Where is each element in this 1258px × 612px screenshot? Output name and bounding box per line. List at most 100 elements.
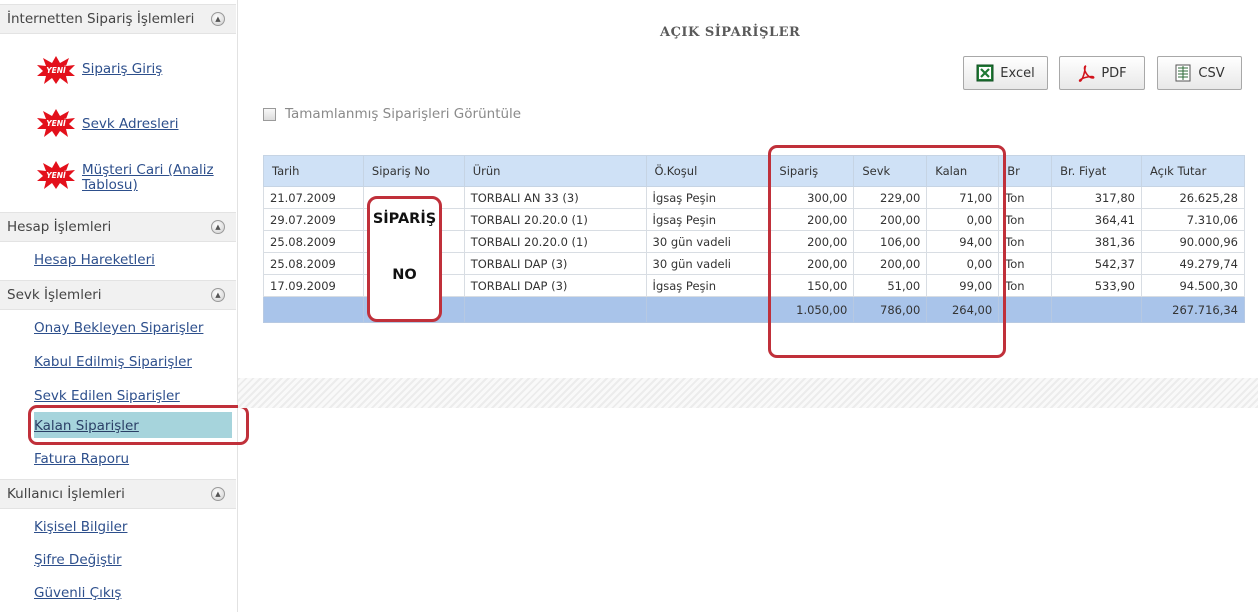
cell-kalan: 71,00 bbox=[926, 186, 1000, 209]
cell-birim-fiyat: 364,41 bbox=[1051, 208, 1142, 231]
cell-birim: Ton bbox=[998, 274, 1053, 297]
page-title: AÇIK SİPARİŞLER bbox=[660, 25, 801, 40]
hatched-divider bbox=[238, 378, 1258, 408]
col-header-urun[interactable]: Ürün bbox=[463, 155, 647, 187]
cell-birim-fiyat: 317,80 bbox=[1051, 186, 1142, 209]
sidebar-item-musteri-cari[interactable]: Müşteri Cari (Analiz Tablosu) bbox=[82, 163, 232, 193]
col-header-birim[interactable]: Br bbox=[998, 155, 1053, 187]
cell-sevk: 229,00 bbox=[853, 186, 928, 209]
callout-line-1: SİPARİŞ bbox=[372, 211, 437, 227]
section-header-internet-orders[interactable]: İnternetten Sipariş İşlemleri ▲ bbox=[0, 4, 236, 34]
cell-tarih: 25.08.2009 bbox=[263, 252, 364, 275]
svg-text:YENİ: YENİ bbox=[46, 119, 66, 128]
cell-sevk: 51,00 bbox=[853, 274, 928, 297]
section-header-sevk[interactable]: Sevk İşlemleri ▲ bbox=[0, 280, 236, 310]
col-header-acik-tutar[interactable]: Açık Tutar bbox=[1140, 155, 1246, 187]
cell-birim-fiyat: 542,37 bbox=[1051, 252, 1142, 275]
collapse-icon[interactable]: ▲ bbox=[211, 12, 225, 26]
cell-acik-tutar: 26.625,28 bbox=[1140, 186, 1246, 209]
collapse-icon[interactable]: ▲ bbox=[211, 487, 225, 501]
cell-urun: TORBALI 20.20.0 (1) bbox=[463, 208, 647, 231]
csv-icon bbox=[1175, 64, 1191, 82]
sidebar-item-sevk-adresleri[interactable]: Sevk Adresleri bbox=[82, 116, 179, 132]
section-header-kullanici[interactable]: Kullanıcı İşlemleri ▲ bbox=[0, 479, 236, 509]
cell-kalan: 99,00 bbox=[926, 274, 1000, 297]
cell-odeme-kosul: 30 gün vadeli bbox=[645, 230, 772, 253]
cell-odeme-kosul: İgsaş Peşin bbox=[645, 186, 772, 209]
sidebar-item-fatura-raporu[interactable]: Fatura Raporu bbox=[34, 451, 129, 467]
col-header-siparis-no[interactable]: Sipariş No bbox=[362, 155, 465, 187]
col-header-birim-fiyat[interactable]: Br. Fiyat bbox=[1051, 155, 1142, 187]
cell-tarih: 25.08.2009 bbox=[263, 230, 364, 253]
csv-label: CSV bbox=[1198, 65, 1225, 81]
col-header-odeme-kosul[interactable]: Ö.Koşul bbox=[645, 155, 772, 187]
col-header-kalan[interactable]: Kalan bbox=[926, 155, 1000, 187]
sidebar-item-sevk-edilen[interactable]: Sevk Edilen Siparişler bbox=[34, 388, 180, 404]
cell-sevk: 200,00 bbox=[853, 208, 928, 231]
sidebar-item-kisisel-bilgiler[interactable]: Kişisel Bilgiler bbox=[34, 519, 127, 535]
section-title: Kullanıcı İşlemleri bbox=[7, 486, 125, 502]
cell-acik-tutar: 7.310,06 bbox=[1140, 208, 1246, 231]
table-header-row: Tarih Sipariş No Ürün Ö.Koşul Sipariş Se… bbox=[263, 155, 1246, 187]
cell-empty bbox=[645, 296, 772, 323]
cell-acik-tutar: 94.500,30 bbox=[1140, 274, 1246, 297]
callout-line-2: NO bbox=[392, 267, 417, 283]
section-title: Hesap İşlemleri bbox=[7, 219, 112, 235]
cell-odeme-kosul: 30 gün vadeli bbox=[645, 252, 772, 275]
cell-kalan: 0,00 bbox=[926, 252, 1000, 275]
sidebar-item-siparis-giris[interactable]: Sipariş Giriş bbox=[82, 61, 162, 77]
siparis-no-callout: SİPARİŞ NO bbox=[367, 196, 442, 322]
cell-empty bbox=[998, 296, 1053, 323]
svg-text:YENİ: YENİ bbox=[46, 171, 66, 180]
excel-export-button[interactable]: Excel bbox=[963, 56, 1048, 90]
sidebar: İnternetten Sipariş İşlemleri ▲ YENİ Sip… bbox=[0, 0, 249, 612]
cell-kalan: 0,00 bbox=[926, 208, 1000, 231]
pdf-label: PDF bbox=[1101, 65, 1127, 81]
cell-tarih: 21.07.2009 bbox=[263, 186, 364, 209]
total-acik-tutar: 267.716,34 bbox=[1140, 296, 1246, 323]
cell-tarih: 29.07.2009 bbox=[263, 208, 364, 231]
pdf-export-button[interactable]: PDF bbox=[1059, 56, 1145, 90]
cell-urun: TORBALI AN 33 (3) bbox=[463, 186, 647, 209]
sidebar-item-guvenli-cikis[interactable]: Güvenli Çıkış bbox=[34, 585, 121, 601]
cell-birim: Ton bbox=[998, 208, 1053, 231]
show-completed-label: Tamamlanmış Siparişleri Görüntüle bbox=[285, 106, 522, 122]
collapse-icon[interactable]: ▲ bbox=[211, 288, 225, 302]
cell-tarih: 17.09.2009 bbox=[263, 274, 364, 297]
sidebar-item-hesap-hareketleri[interactable]: Hesap Hareketleri bbox=[34, 252, 155, 268]
cell-siparis: 300,00 bbox=[770, 186, 855, 209]
cell-urun: TORBALI DAP (3) bbox=[463, 274, 647, 297]
cell-birim-fiyat: 533,90 bbox=[1051, 274, 1142, 297]
col-header-sevk[interactable]: Sevk bbox=[853, 155, 928, 187]
cell-siparis: 200,00 bbox=[770, 208, 855, 231]
cell-kalan: 94,00 bbox=[926, 230, 1000, 253]
pdf-icon bbox=[1079, 65, 1095, 82]
csv-export-button[interactable]: CSV bbox=[1157, 56, 1242, 90]
cell-siparis: 150,00 bbox=[770, 274, 855, 297]
show-completed-checkbox[interactable] bbox=[263, 107, 276, 121]
cell-birim-fiyat: 381,36 bbox=[1051, 230, 1142, 253]
total-kalan: 264,00 bbox=[926, 296, 1000, 323]
cell-birim: Ton bbox=[998, 186, 1053, 209]
col-header-tarih[interactable]: Tarih bbox=[263, 155, 364, 187]
cell-odeme-kosul: İgsaş Peşin bbox=[645, 208, 772, 231]
section-header-hesap[interactable]: Hesap İşlemleri ▲ bbox=[0, 212, 236, 242]
section-title: İnternetten Sipariş İşlemleri bbox=[7, 11, 195, 27]
col-header-siparis[interactable]: Sipariş bbox=[770, 155, 855, 187]
total-siparis: 1.050,00 bbox=[770, 296, 855, 323]
new-badge-icon: YENİ bbox=[37, 109, 75, 137]
sidebar-item-sifre-degistir[interactable]: Şifre Değiştir bbox=[34, 552, 122, 568]
cell-sevk: 200,00 bbox=[853, 252, 928, 275]
sidebar-item-kabul-edilmis[interactable]: Kabul Edilmiş Siparişler bbox=[34, 354, 192, 370]
collapse-icon[interactable]: ▲ bbox=[211, 220, 225, 234]
sidebar-item-kalan-siparisler[interactable]: Kalan Siparişler bbox=[34, 418, 139, 434]
sidebar-item-onay-bekleyen[interactable]: Onay Bekleyen Siparişler bbox=[34, 320, 203, 336]
cell-acik-tutar: 49.279,74 bbox=[1140, 252, 1246, 275]
cell-odeme-kosul: İgsaş Peşin bbox=[645, 274, 772, 297]
show-completed-toggle[interactable]: Tamamlanmış Siparişleri Görüntüle bbox=[263, 106, 521, 122]
cell-empty bbox=[263, 296, 364, 323]
cell-empty bbox=[463, 296, 647, 323]
excel-label: Excel bbox=[1000, 65, 1035, 81]
cell-birim: Ton bbox=[998, 252, 1053, 275]
section-title: Sevk İşlemleri bbox=[7, 287, 102, 303]
